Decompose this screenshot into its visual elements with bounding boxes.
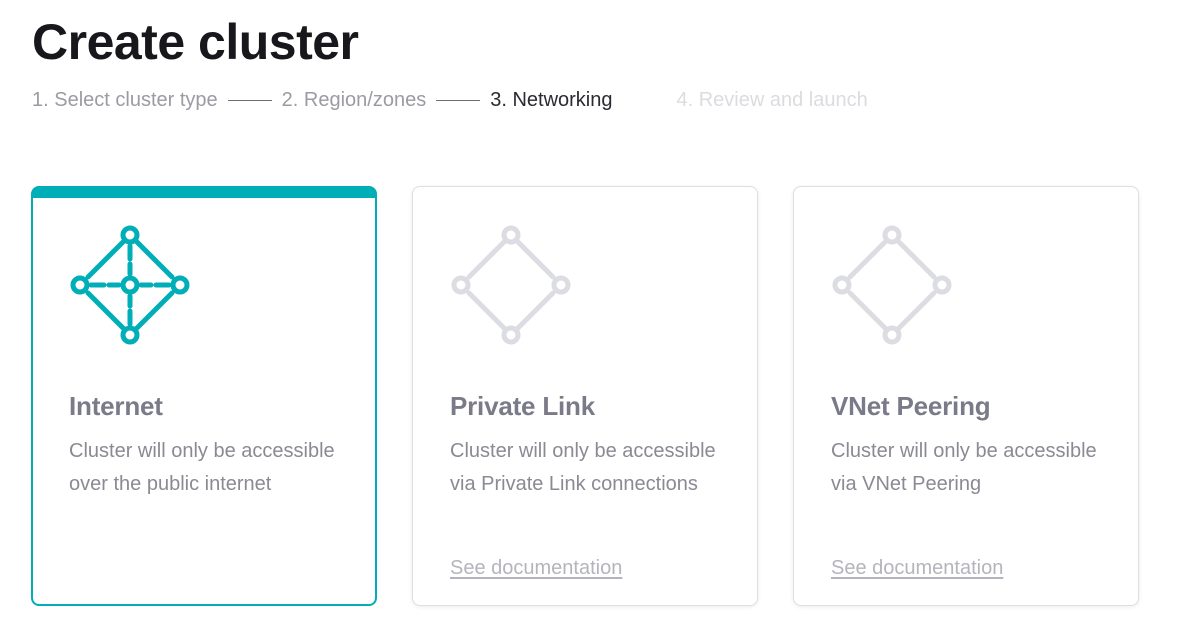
step-connector — [436, 99, 481, 101]
option-description: Cluster will only be accessible via Priv… — [450, 440, 716, 495]
step-connector — [227, 99, 272, 101]
option-card-private-link[interactable]: Private Link Cluster will only be access… — [412, 186, 758, 606]
option-description: Cluster will only be accessible via VNet… — [831, 440, 1097, 495]
option-title: VNet Peering — [831, 391, 991, 421]
step-region-zones: 2. Region/zones — [281, 88, 427, 111]
step-networking: 3. Networking — [490, 88, 613, 111]
network-diamond-icon — [451, 225, 571, 345]
step-review-and-launch: 4. Review and launch — [676, 88, 868, 111]
option-card-internet[interactable]: Internet Cluster will only be accessible… — [31, 186, 377, 606]
see-documentation-link[interactable]: See documentation — [831, 557, 1003, 580]
page-title: Create cluster — [32, 14, 359, 70]
network-full-mesh-icon — [70, 225, 190, 345]
step-select-cluster-type: 1. Select cluster type — [32, 88, 218, 111]
wizard-steps: 1. Select cluster type 2. Region/zones 3… — [32, 86, 868, 114]
option-title: Private Link — [450, 391, 595, 421]
option-description: Cluster will only be accessible over the… — [69, 440, 335, 495]
option-card-vnet-peering[interactable]: VNet Peering Cluster will only be access… — [793, 186, 1139, 606]
option-title: Internet — [69, 391, 163, 421]
see-documentation-link[interactable]: See documentation — [450, 557, 622, 580]
network-diamond-icon — [832, 225, 952, 345]
